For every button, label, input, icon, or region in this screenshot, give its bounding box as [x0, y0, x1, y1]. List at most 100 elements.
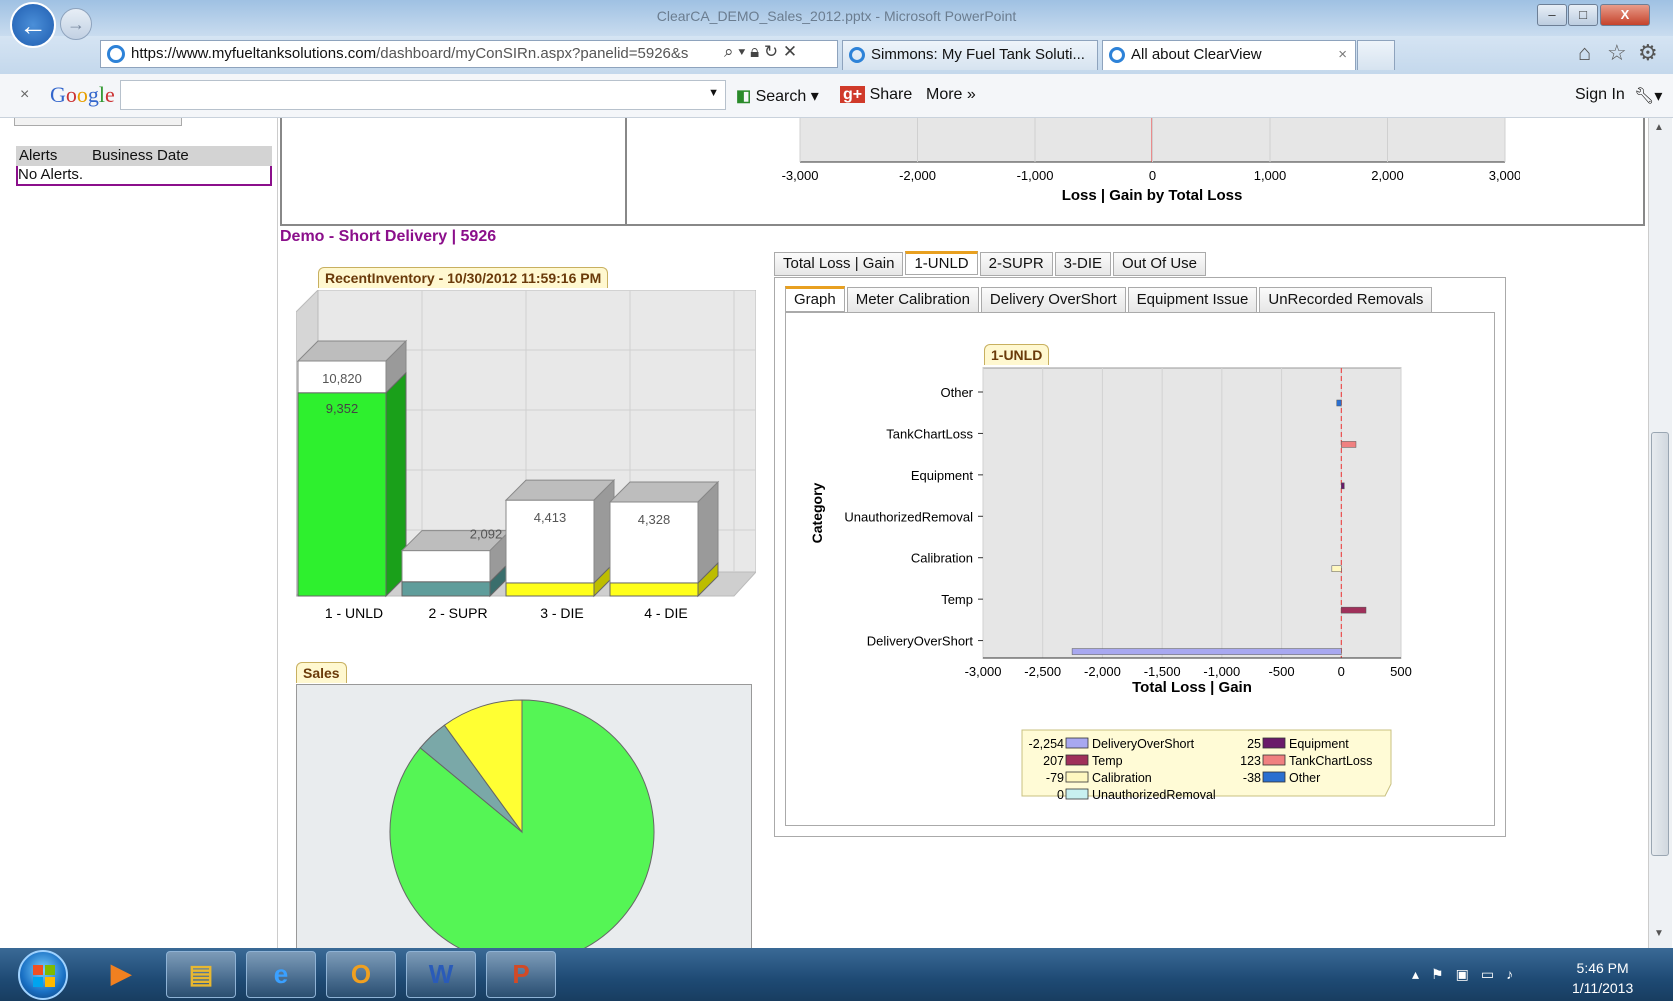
sub-tab[interactable]: Delivery OverShort	[980, 287, 1126, 313]
legend-value: -38	[1243, 771, 1261, 785]
window-title-bar: ClearCA_DEMO_Sales_2012.pptx - Microsoft…	[0, 0, 1673, 36]
panel-tab[interactable]: 3-DIE	[1054, 252, 1111, 276]
y-tick-label: DeliveryOverShort	[867, 634, 974, 649]
settings-gear-icon[interactable]: ⚙	[1638, 40, 1658, 66]
x-tick-label: -2,500	[1024, 664, 1061, 679]
minimize-button[interactable]: –	[1537, 4, 1567, 26]
powerpoint-icon[interactable]: P	[486, 951, 556, 998]
browser-tab-simmons[interactable]: Simmons: My Fuel Tank Soluti...	[842, 40, 1098, 70]
sub-tab[interactable]: Graph	[785, 286, 845, 312]
y-tick-label: Temp	[941, 592, 973, 607]
ie-tab-icon	[1109, 47, 1125, 64]
x-tick-label: 4 - DIE	[644, 605, 688, 621]
legend-swatch	[1262, 771, 1286, 783]
sub-tab[interactable]: UnRecorded Removals	[1259, 287, 1433, 313]
panel-tab[interactable]: Total Loss | Gain	[774, 252, 904, 276]
left-panel-widget	[14, 118, 182, 126]
refresh-icon[interactable]: ↻	[764, 42, 778, 61]
close-toolbar-icon[interactable]: ×	[20, 86, 29, 104]
word-icon[interactable]: W	[406, 951, 476, 998]
url-host: https://www.myfueltanksolutions.com	[131, 45, 377, 62]
close-tab-icon[interactable]: ×	[1338, 41, 1347, 69]
legend-value: 123	[1240, 754, 1261, 768]
left-panel	[10, 118, 278, 948]
legend-swatch	[1065, 754, 1089, 766]
panel-tab[interactable]: Out Of Use	[1113, 252, 1207, 276]
panel-tab[interactable]: 1-UNLD	[905, 251, 978, 275]
sign-in-button[interactable]: Sign In	[1575, 86, 1625, 104]
dropdown-icon[interactable]: ▼	[708, 87, 719, 99]
system-tray: ▴⚑▣▭♪	[1412, 966, 1525, 983]
google-search-input[interactable]: ▼	[120, 80, 726, 110]
x-tick-label: 0	[1338, 664, 1345, 679]
dropdown-icon[interactable]: ▾	[738, 42, 745, 61]
network-icon[interactable]: ▭	[1481, 966, 1506, 982]
x-tick-label: 2 - SUPR	[428, 605, 487, 621]
show-hidden-icons-icon[interactable]: ▴	[1412, 966, 1431, 982]
volume-icon[interactable]: ♪	[1506, 966, 1525, 982]
browser-tab-clearview[interactable]: All about ClearView ×	[1102, 40, 1356, 70]
window-title: ClearCA_DEMO_Sales_2012.pptx - Microsoft…	[656, 8, 1017, 24]
internet-explorer-icon[interactable]: e	[246, 951, 316, 998]
chart-legend: -2,254 DeliveryOverShort 207 Temp -79 Calibra…	[1021, 729, 1392, 802]
panel-tab[interactable]: 2-SUPR	[979, 252, 1053, 276]
bar-total-label: 2,092	[470, 527, 503, 542]
sales-pie-chart	[389, 699, 655, 948]
inventory-chart-title: RecentInventory - 10/30/2012 11:59:16 PM	[318, 267, 609, 288]
favorites-star-icon[interactable]: ☆	[1607, 40, 1627, 66]
google-search-button[interactable]: ◧ Search ▾	[736, 86, 819, 106]
new-tab-button[interactable]	[1357, 40, 1395, 70]
explorer-icon[interactable]: ▤	[166, 951, 236, 998]
outlook-icon[interactable]: O	[326, 951, 396, 998]
legend-label: DeliveryOverShort	[1092, 737, 1195, 751]
recent-inventory-chart: 10,820 9,352 1 - UNLD 2,092 2 - SUPR 4,413 3 -…	[296, 290, 756, 621]
sub-tab[interactable]: Meter Calibration	[846, 287, 979, 313]
y-tick-label: Calibration	[911, 551, 973, 566]
maximize-button[interactable]: □	[1568, 4, 1598, 26]
x-axis-label: Total Loss | Gain	[1132, 679, 1252, 696]
forward-arrow-icon: →	[67, 14, 85, 34]
start-button[interactable]	[18, 950, 68, 1000]
action-center-flag-icon[interactable]: ⚑	[1431, 966, 1456, 982]
business-date-col-header: Business Date	[92, 147, 189, 164]
legend-value: -2,254	[1029, 737, 1064, 751]
panel-title: Demo - Short Delivery | 5926	[280, 228, 497, 245]
category-bar	[1336, 399, 1342, 407]
x-tick-label: 500	[1390, 664, 1412, 679]
stop-icon[interactable]: ✕	[783, 42, 797, 61]
sub-tab[interactable]: Equipment Issue	[1127, 287, 1258, 313]
more-button[interactable]: More »	[926, 86, 976, 104]
legend-value: 25	[1247, 737, 1261, 751]
clock-time: 5:46 PM	[1576, 960, 1629, 976]
forward-button[interactable]: →	[60, 8, 92, 40]
close-window-button[interactable]: X	[1600, 4, 1650, 26]
home-icon[interactable]: ⌂	[1578, 40, 1591, 66]
lock-icon: 🔒︎	[750, 42, 760, 61]
clock[interactable]: 5:46 PM 1/11/2013	[1572, 958, 1633, 998]
x-tick-label: -3,000	[782, 168, 819, 183]
legend-label: TankChartLoss	[1289, 754, 1372, 768]
scrollbar-thumb[interactable]	[1651, 432, 1669, 856]
x-tick-label: -3,000	[965, 664, 1002, 679]
category-bar	[1341, 482, 1345, 490]
x-tick-label: -2,000	[899, 168, 936, 183]
wrench-icon[interactable]: 🔧︎▾	[1634, 86, 1662, 106]
bar-filled-label: 9,352	[326, 401, 359, 416]
scroll-down-arrow-icon[interactable]: ▼	[1654, 928, 1664, 939]
scroll-up-arrow-icon[interactable]: ▲	[1654, 122, 1664, 133]
tray-app-icon[interactable]: ▣	[1456, 966, 1481, 982]
y-tick-label: Equipment	[911, 468, 974, 483]
legend-label: UnauthorizedRemoval	[1092, 788, 1216, 802]
inventory-bar	[504, 478, 616, 598]
back-button[interactable]: ←	[10, 2, 56, 48]
x-tick-label: -2,000	[1084, 664, 1121, 679]
ie-tab-icon	[849, 47, 865, 64]
clock-date: 1/11/2013	[1572, 980, 1634, 996]
sub-tabs: Graph Meter Calibration Delivery OverShort…	[785, 286, 1495, 313]
media-player-icon[interactable]: ▶	[86, 951, 156, 998]
search-icon[interactable]: ⌕	[724, 42, 734, 61]
x-axis-label: Loss | Gain by Total Loss	[1062, 187, 1243, 204]
legend-value: 0	[1057, 788, 1064, 802]
x-tick-label: 0	[1149, 168, 1156, 183]
share-button[interactable]: g+ Share	[840, 86, 912, 104]
